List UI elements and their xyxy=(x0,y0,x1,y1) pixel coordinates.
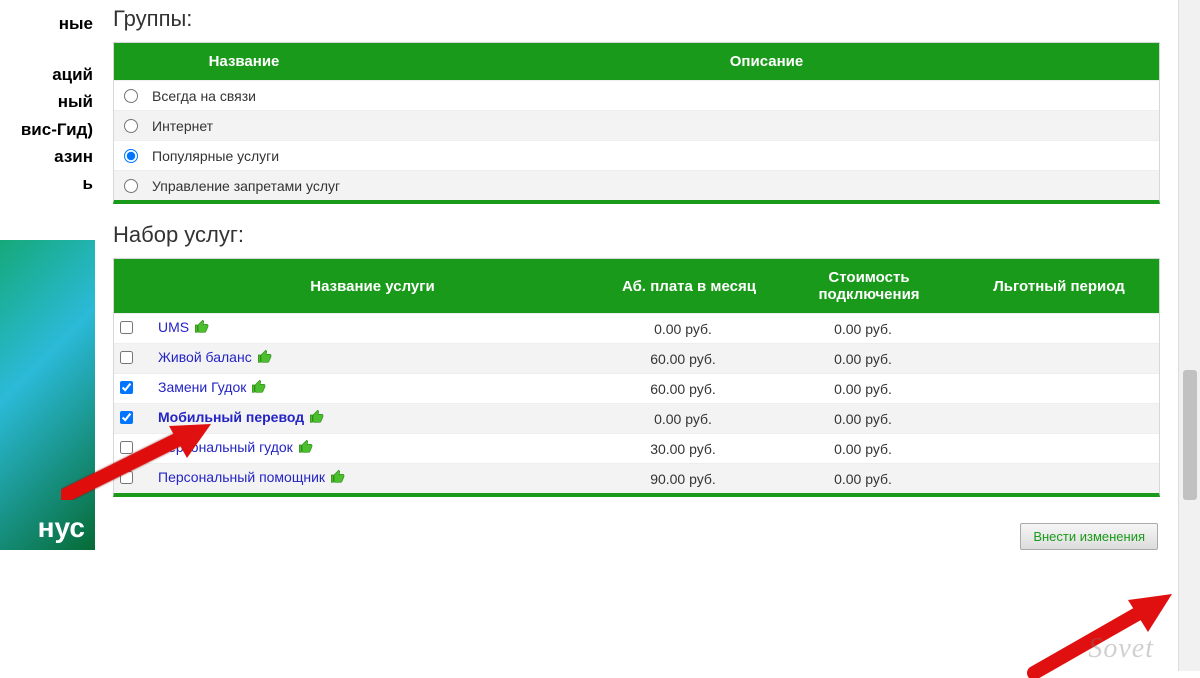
service-fee: 90.00 руб. xyxy=(593,471,773,487)
group-label: Интернет xyxy=(152,118,213,134)
service-row: Мобильный перевод 0.00 руб.0.00 руб. xyxy=(114,403,1159,433)
service-link[interactable]: Персональный помощник xyxy=(158,469,325,485)
group-radio[interactable] xyxy=(124,119,138,133)
groups-header-name: Название xyxy=(114,43,374,80)
sidebar-link[interactable]: азин xyxy=(0,143,95,170)
services-header-row: Название услуги Аб. плата в месяц Стоимо… xyxy=(114,259,1159,313)
sidebar-banner: нус xyxy=(0,240,95,550)
service-link[interactable]: Живой баланс xyxy=(158,349,252,365)
service-link[interactable]: UMS xyxy=(158,319,189,335)
banner-text: нус xyxy=(28,506,95,550)
service-row: Живой баланс 60.00 руб.0.00 руб. xyxy=(114,343,1159,373)
service-link[interactable]: Мобильный перевод xyxy=(158,409,304,425)
group-row[interactable]: Управление запретами услуг xyxy=(114,170,1159,200)
sidebar-link[interactable]: ный xyxy=(0,88,95,115)
service-cost: 0.00 руб. xyxy=(773,441,953,457)
service-checkbox[interactable] xyxy=(120,351,133,364)
service-checkbox[interactable] xyxy=(120,441,133,454)
group-row[interactable]: Всегда на связи xyxy=(114,80,1159,110)
group-label: Популярные услуги xyxy=(152,148,279,164)
service-cost: 0.00 руб. xyxy=(773,351,953,367)
service-cost: 0.00 руб. xyxy=(773,411,953,427)
groups-panel: Название Описание Всегда на связи Интерне… xyxy=(113,42,1160,204)
service-cost: 0.00 руб. xyxy=(773,321,953,337)
group-label: Управление запретами услуг xyxy=(152,178,340,194)
submit-button[interactable]: Внести изменения xyxy=(1020,523,1158,550)
service-fee: 0.00 руб. xyxy=(593,411,773,427)
service-fee: 30.00 руб. xyxy=(593,441,773,457)
groups-body: Всегда на связи Интернет Популярные услуги… xyxy=(114,80,1159,200)
sidebar-link[interactable]: ь xyxy=(0,170,95,197)
main-content: Группы: Название Описание Всегда на связ… xyxy=(95,0,1178,671)
group-label: Всегда на связи xyxy=(152,88,256,104)
scrollbar-thumb[interactable] xyxy=(1183,370,1197,500)
service-link[interactable]: Персональный гудок xyxy=(158,439,293,455)
group-radio[interactable] xyxy=(124,149,138,163)
services-header-fee: Аб. плата в месяц xyxy=(599,268,779,305)
service-checkbox[interactable] xyxy=(120,381,133,394)
service-fee: 0.00 руб. xyxy=(593,321,773,337)
thumbs-up-icon xyxy=(250,379,268,398)
service-cost: 0.00 руб. xyxy=(773,471,953,487)
sidebar-link[interactable]: аций xyxy=(0,61,95,88)
group-radio[interactable] xyxy=(124,89,138,103)
groups-header-desc: Описание xyxy=(374,43,1159,80)
service-cost: 0.00 руб. xyxy=(773,381,953,397)
thumbs-up-icon xyxy=(256,349,274,368)
sidebar-link[interactable]: вис-Гид) xyxy=(0,116,95,143)
service-link[interactable]: Замени Гудок xyxy=(158,379,246,395)
scrollbar-track[interactable] xyxy=(1178,0,1200,671)
service-row: Замени Гудок 60.00 руб.0.00 руб. xyxy=(114,373,1159,403)
submit-area: Внести изменения xyxy=(113,515,1160,550)
arrow-annotation-icon xyxy=(1024,588,1184,678)
groups-header-row: Название Описание xyxy=(114,43,1159,80)
watermark-text: Sovet xyxy=(1088,633,1154,665)
service-checkbox[interactable] xyxy=(120,471,133,484)
services-header-check xyxy=(114,276,148,296)
services-header-name: Название услуги xyxy=(148,268,599,305)
sidebar-nav: ные аций ный вис-Гид) азин ь xyxy=(0,0,95,197)
sidebar-link[interactable]: ные xyxy=(0,10,95,37)
thumbs-up-icon xyxy=(329,469,347,488)
service-fee: 60.00 руб. xyxy=(593,381,773,397)
service-checkbox[interactable] xyxy=(120,411,133,424)
thumbs-up-icon xyxy=(308,409,326,428)
service-fee: 60.00 руб. xyxy=(593,351,773,367)
group-row[interactable]: Интернет xyxy=(114,110,1159,140)
services-body: UMS0.00 руб.0.00 руб.Живой баланс60.00 р… xyxy=(114,313,1159,493)
service-row: Персональный помощник 90.00 руб.0.00 руб. xyxy=(114,463,1159,493)
services-heading: Набор услуг: xyxy=(113,222,1160,248)
service-row: UMS 0.00 руб.0.00 руб. xyxy=(114,313,1159,343)
services-panel: Название услуги Аб. плата в месяц Стоимо… xyxy=(113,258,1160,497)
thumbs-up-icon xyxy=(297,439,315,458)
groups-heading: Группы: xyxy=(113,6,1160,32)
group-row[interactable]: Популярные услуги xyxy=(114,140,1159,170)
group-radio[interactable] xyxy=(124,179,138,193)
service-checkbox[interactable] xyxy=(120,321,133,334)
services-header-cost: Стоимость подключения xyxy=(779,259,959,313)
thumbs-up-icon xyxy=(193,319,211,338)
sidebar: ные аций ный вис-Гид) азин ь нус xyxy=(0,0,95,671)
service-row: Персональный гудок 30.00 руб.0.00 руб. xyxy=(114,433,1159,463)
services-header-grace: Льготный период xyxy=(959,268,1159,305)
